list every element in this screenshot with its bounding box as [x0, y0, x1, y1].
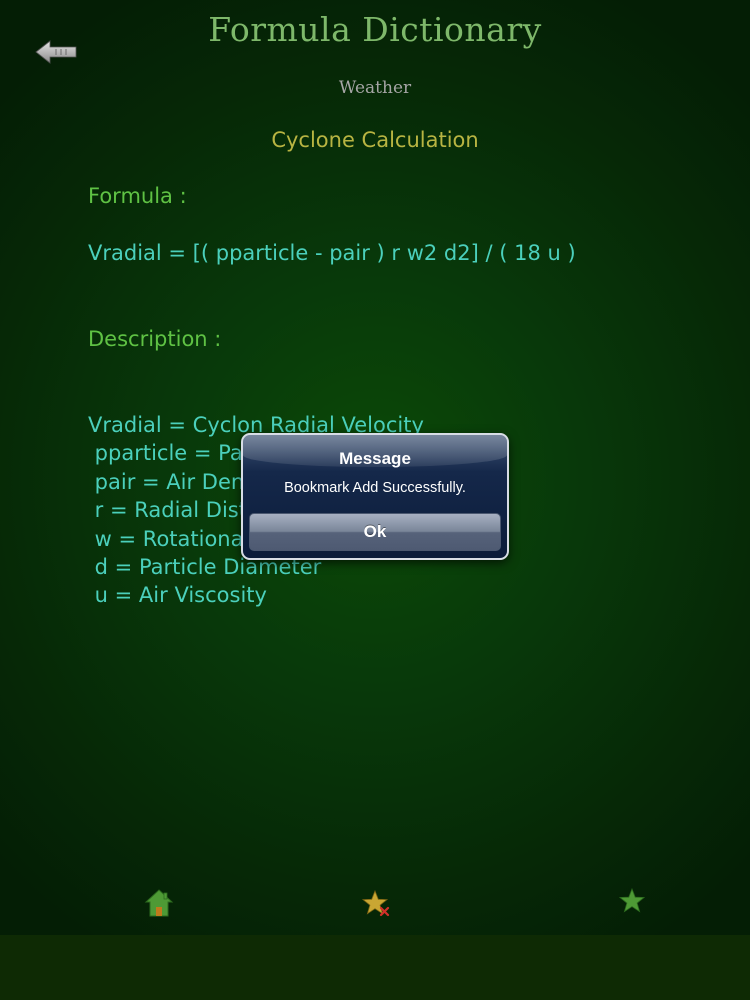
- bottom-bar: [0, 935, 750, 1000]
- category-label: Weather: [338, 78, 412, 98]
- calculation-title: Cyclone Calculation: [271, 128, 479, 152]
- add-bookmark-button[interactable]: [361, 889, 391, 923]
- ok-button[interactable]: Ok: [249, 513, 501, 551]
- alert-title: Message: [339, 449, 411, 468]
- add-bookmark-star-icon: [361, 889, 390, 917]
- formula-label: Formula :: [88, 184, 187, 208]
- alert-message: Bookmark Add Successfully.: [284, 480, 466, 496]
- home-button[interactable]: [144, 888, 174, 922]
- description-line: u = Air Viscosity: [88, 583, 267, 608]
- alert-dialog: Message Bookmark Add Successfully. Ok: [241, 433, 509, 560]
- back-arrow-icon: [35, 40, 77, 64]
- app-title: Formula Dictionary: [208, 10, 542, 49]
- bookmarks-star-icon: [618, 887, 646, 913]
- back-button[interactable]: [34, 38, 80, 66]
- bookmarks-button[interactable]: [618, 887, 646, 918]
- description-label: Description :: [88, 327, 222, 351]
- formula-text: Vradial = [( pparticle - pair ) r w2 d2]…: [88, 241, 576, 265]
- home-icon: [144, 889, 174, 917]
